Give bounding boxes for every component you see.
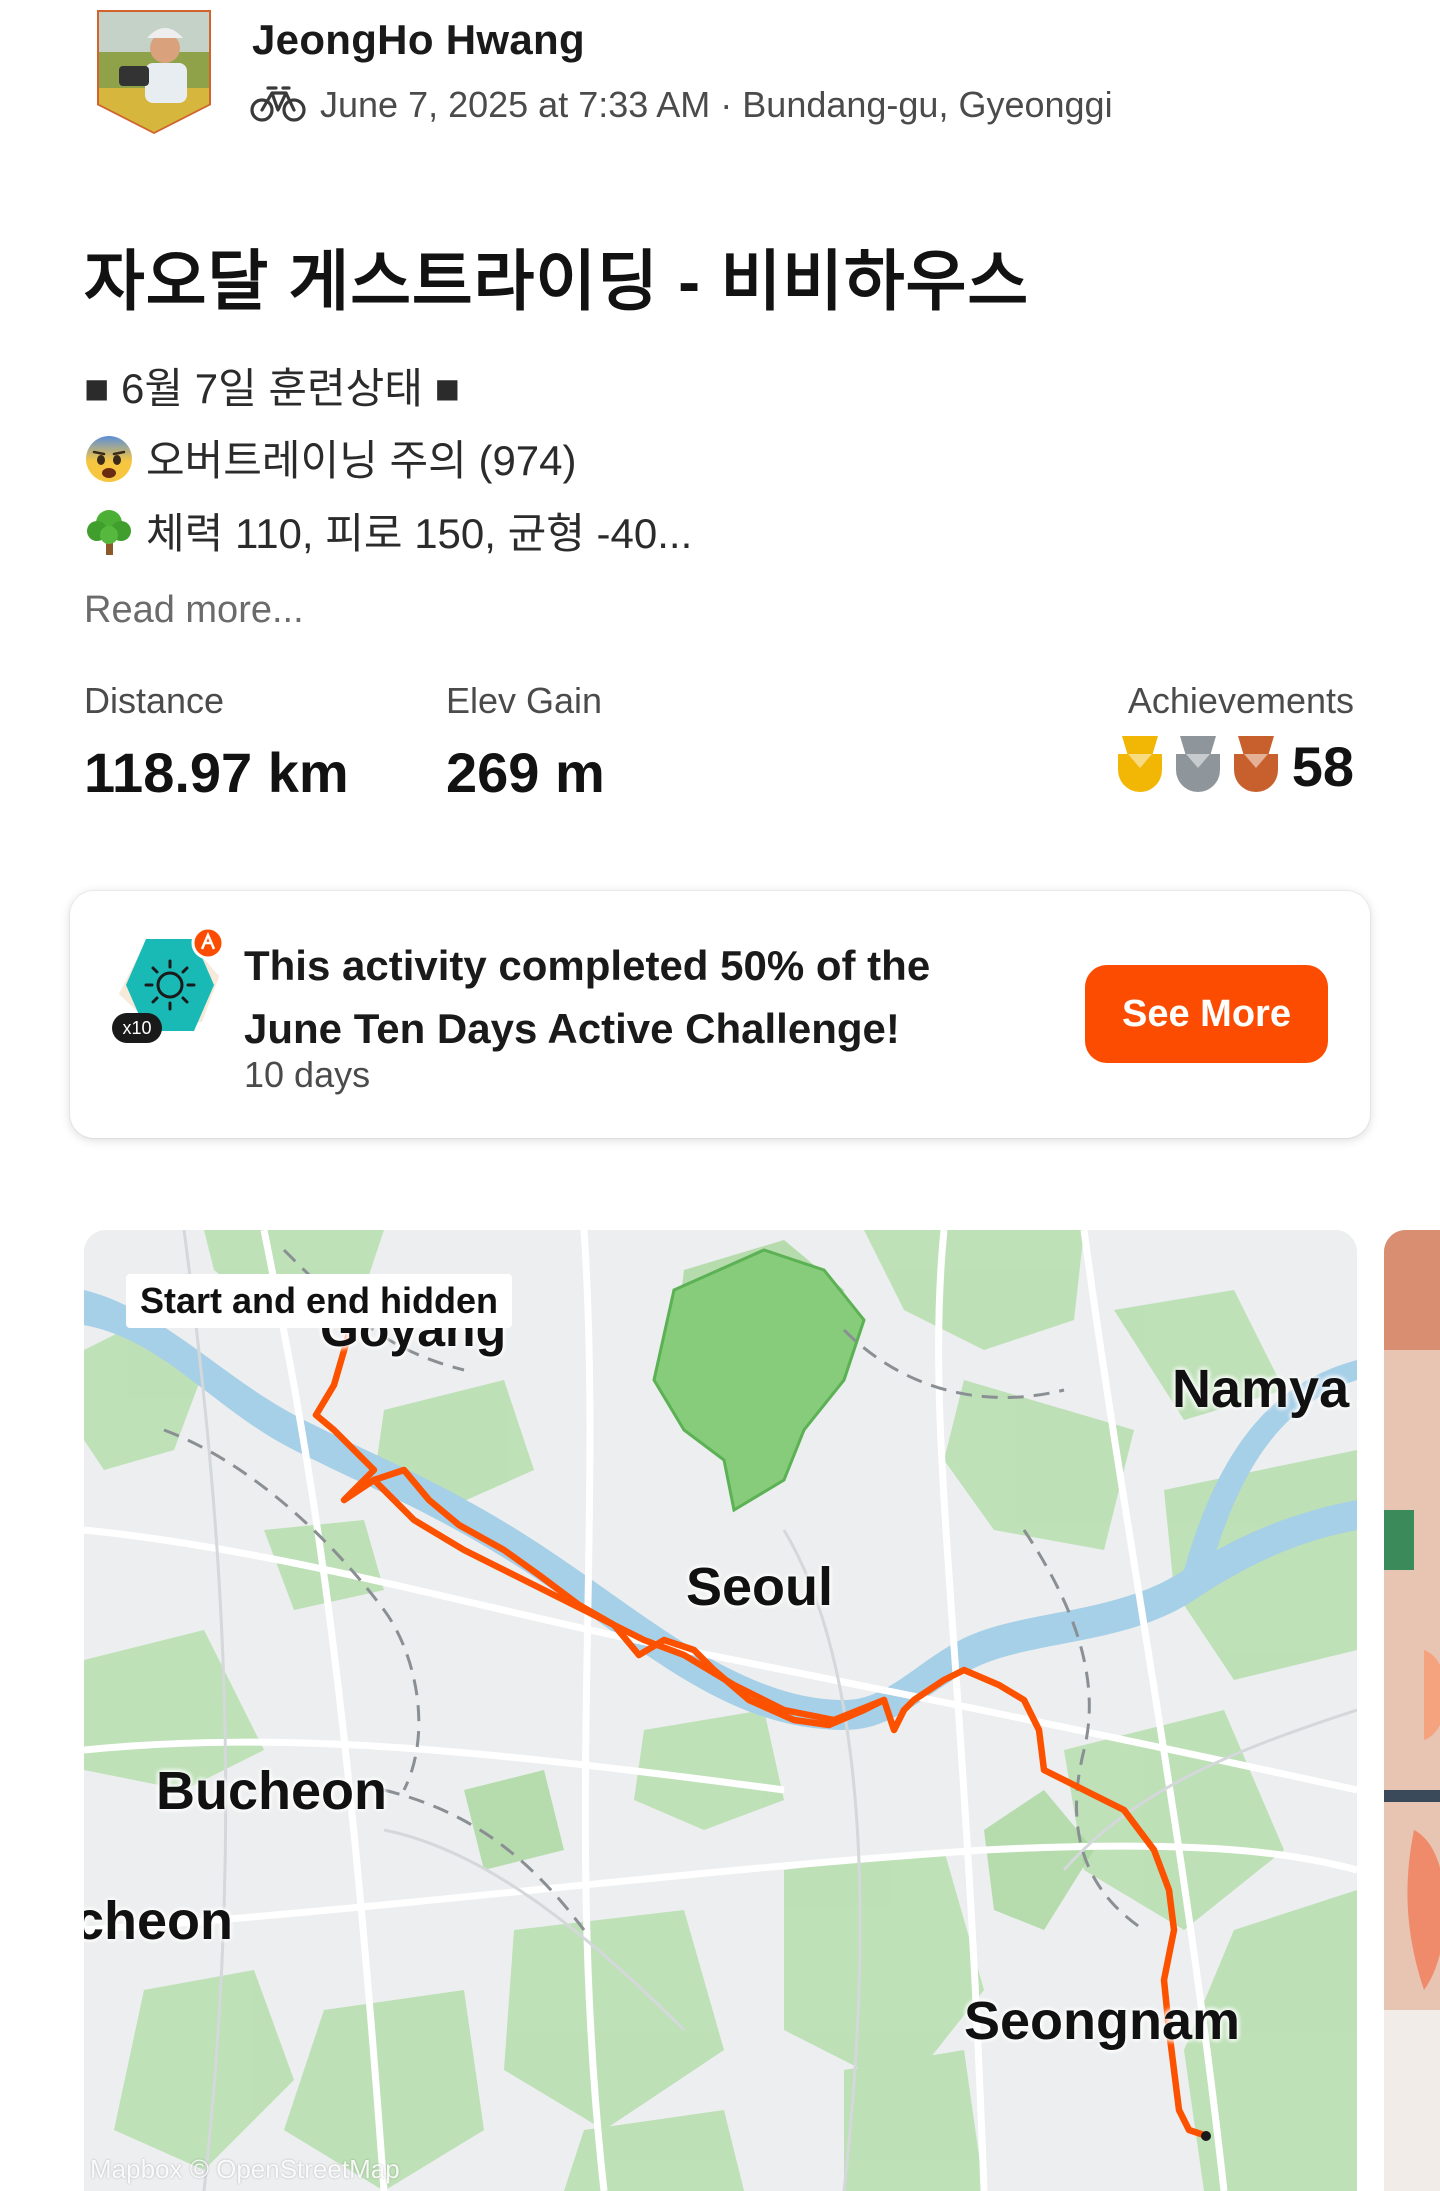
map-label-incheon: cheon xyxy=(84,1891,234,1951)
bike-icon xyxy=(250,83,306,128)
next-photo-thumbnail[interactable] xyxy=(1384,1230,1440,2191)
distance-value: 118.97 km xyxy=(84,741,349,804)
activity-title: 자오달 게스트라이딩 - 비비하우스 xyxy=(84,244,1030,318)
elev-gain-label: Elev Gain xyxy=(446,680,603,721)
distance-label: Distance xyxy=(84,680,225,721)
map-label-seoul: Seoul xyxy=(686,1557,834,1617)
activity-date-location: June 7, 2025 at 7:33 AM · Bundang-gu, Gy… xyxy=(320,84,1113,125)
map-label-namyang: Namya xyxy=(1172,1359,1350,1419)
challenge-duration: 10 days xyxy=(244,1054,371,1095)
stat-elev-gain: Elev Gain 269 m xyxy=(446,680,605,805)
challenge-badge: x10 xyxy=(110,925,230,1050)
description-line: 오버트레이닝 주의 (974) xyxy=(84,427,577,488)
silver-medal-icon xyxy=(1172,734,1224,799)
map-label-bucheon: Bucheon xyxy=(156,1761,388,1821)
avatar[interactable] xyxy=(95,8,213,136)
badge-multiplier: x10 xyxy=(122,1018,151,1038)
gold-medal-icon xyxy=(1114,734,1166,799)
start-end-hidden-chip: Start and end hidden xyxy=(126,1274,513,1328)
achievements-count: 58 xyxy=(1291,735,1354,798)
stat-distance: Distance 118.97 km xyxy=(84,680,349,805)
bronze-medal-icon xyxy=(1230,734,1282,799)
see-more-button[interactable]: See More xyxy=(1085,965,1328,1063)
description-line: 체력 110, 피로 150, 균형 -40... xyxy=(84,500,692,561)
read-more-link[interactable]: Read more... xyxy=(84,589,304,632)
achievements-label: Achievements xyxy=(1127,680,1354,721)
fearful-face-icon xyxy=(84,434,134,484)
route-map[interactable]: Goyang Namya Seoul Bucheon cheon Seongna… xyxy=(84,1230,1357,2191)
user-name[interactable]: JeongHo Hwang xyxy=(252,16,585,64)
stat-achievements[interactable]: Achievements 58 xyxy=(1114,680,1354,799)
activity-meta: June 7, 2025 at 7:33 AM · Bundang-gu, Gy… xyxy=(250,80,1113,130)
map-label-seongnam: Seongnam xyxy=(964,1991,1241,2051)
challenge-title: This activity completed 50% of the June … xyxy=(244,942,931,1052)
tree-icon xyxy=(84,507,134,557)
description-line: ■ 6월 7일 훈련상태 ■ xyxy=(84,365,460,412)
elev-gain-value: 269 m xyxy=(446,741,605,804)
map-attribution[interactable]: Mapbox © OpenStreetMap xyxy=(90,2154,400,2185)
